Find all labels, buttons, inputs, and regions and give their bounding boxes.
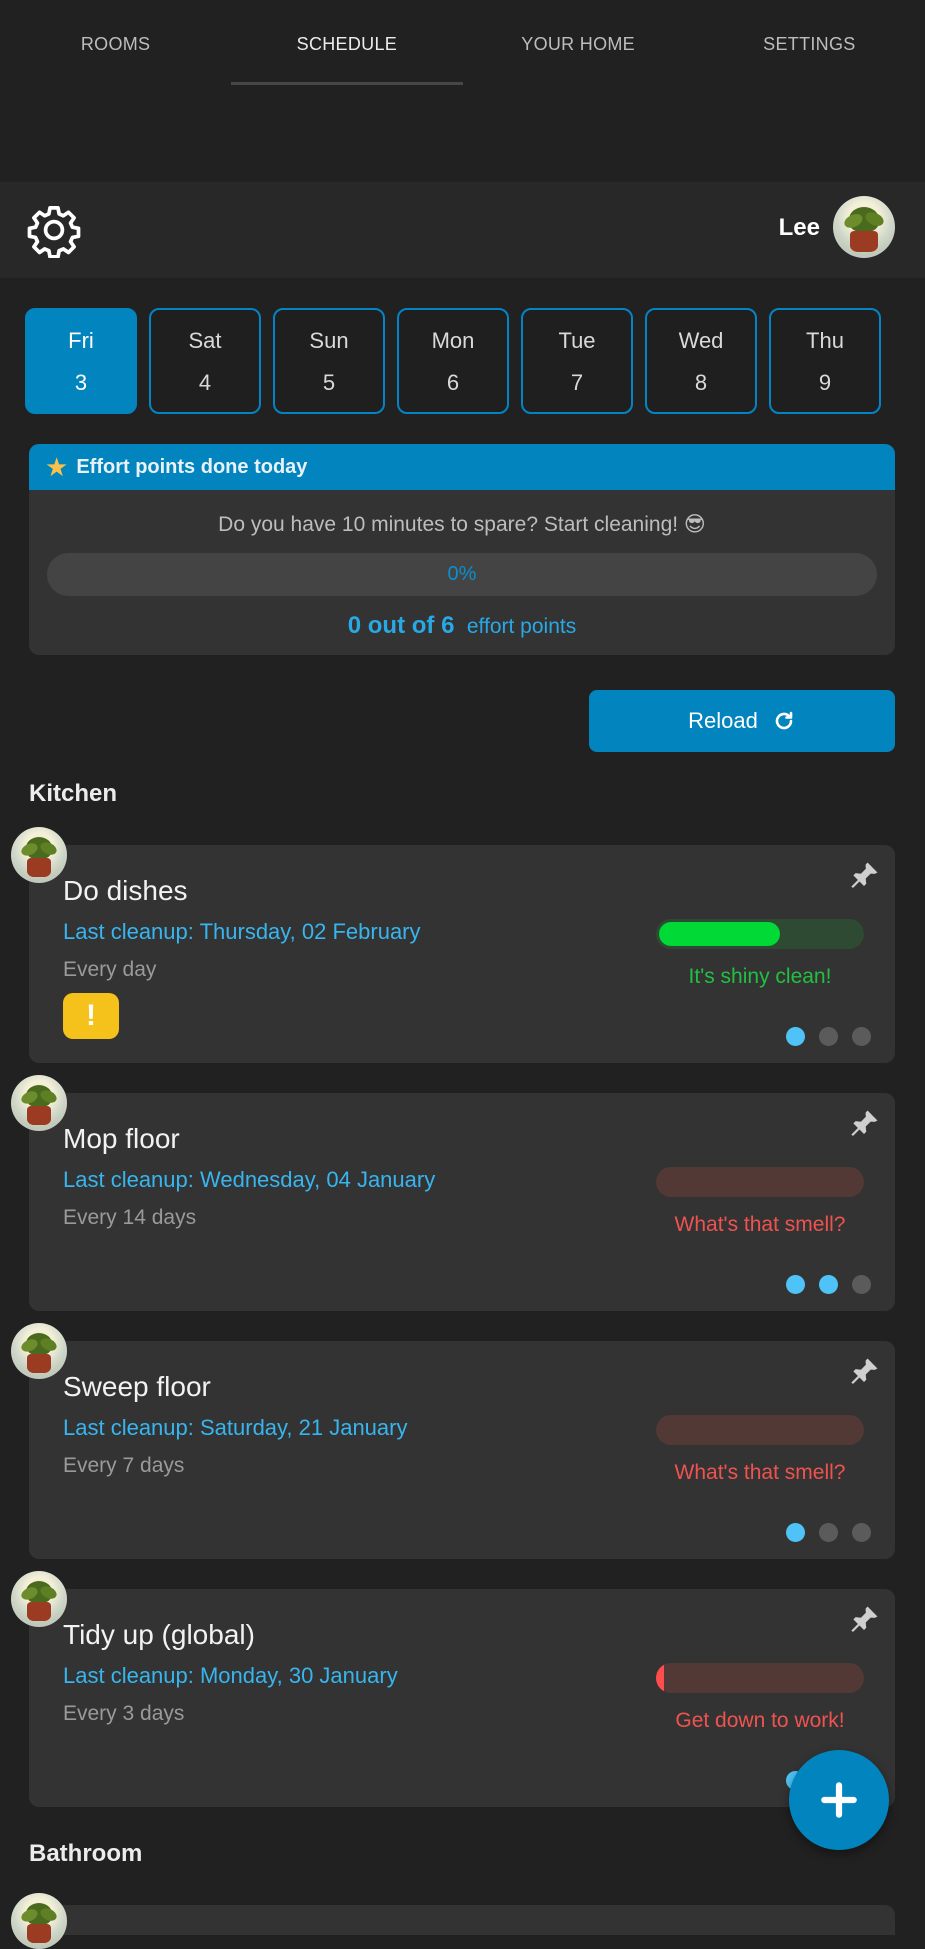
effort-dot xyxy=(819,1275,838,1294)
tab-rooms[interactable]: ROOMS xyxy=(0,0,231,90)
cleanliness-status: Get down to work! xyxy=(675,1709,845,1732)
day-button-mon[interactable]: Mon 6 xyxy=(397,308,509,414)
effort-dots xyxy=(786,1027,871,1046)
username: Lee xyxy=(778,214,820,241)
task-card[interactable] xyxy=(11,1893,895,1949)
cleanliness-bar-fill xyxy=(659,922,780,946)
star-icon: ★ xyxy=(45,452,69,482)
day-button-wed[interactable]: Wed 8 xyxy=(645,308,757,414)
reload-button[interactable]: Reload xyxy=(589,690,895,752)
cleanliness-status: What's that smell? xyxy=(674,1461,846,1484)
effort-progress-bar: 0% xyxy=(47,553,877,596)
assignee-avatar xyxy=(11,827,67,883)
effort-dots xyxy=(786,1523,871,1542)
tab-settings[interactable]: SETTINGS xyxy=(694,0,925,90)
effort-dot xyxy=(852,1523,871,1542)
plus-icon xyxy=(821,1782,857,1818)
cleanliness-bar xyxy=(656,1663,864,1693)
task-last-cleanup: Last cleanup: Wednesday, 04 January xyxy=(63,1167,436,1192)
effort-message: Do you have 10 minutes to spare? Start c… xyxy=(218,513,706,536)
top-tab-bar: ROOMS SCHEDULE YOUR HOME SETTINGS xyxy=(0,0,925,90)
day-button-sat[interactable]: Sat 4 xyxy=(149,308,261,414)
effort-dot xyxy=(852,1275,871,1294)
task-name: Tidy up (global) xyxy=(63,1619,255,1650)
task-name: Mop floor xyxy=(63,1123,180,1154)
day-selector: Fri 3 Sat 4 Sun 5 Mon 6 Tue 7 Wed 8 Thu 9 xyxy=(25,308,900,416)
task-frequency: Every day xyxy=(63,958,157,981)
cleanliness-bar xyxy=(656,1167,864,1197)
avatar[interactable] xyxy=(833,196,895,258)
cleanliness-status: What's that smell? xyxy=(674,1213,846,1236)
pin-icon[interactable] xyxy=(847,1603,881,1637)
effort-dot xyxy=(786,1523,805,1542)
effort-dot xyxy=(786,1275,805,1294)
warning-badge[interactable]: ! xyxy=(63,993,119,1039)
effort-points-unit: effort points xyxy=(466,615,577,638)
cleanliness-bar xyxy=(656,1415,864,1445)
assignee-avatar xyxy=(11,1893,67,1949)
pin-icon[interactable] xyxy=(847,1107,881,1141)
reload-icon xyxy=(775,711,793,730)
tab-your-home[interactable]: YOUR HOME xyxy=(463,0,694,90)
task-card[interactable]: Tidy up (global) Last cleanup: Monday, 3… xyxy=(11,1571,895,1807)
reload-button-label: Reload xyxy=(688,708,758,733)
effort-card-title: Effort points done today xyxy=(76,455,308,478)
task-last-cleanup: Last cleanup: Thursday, 02 February xyxy=(63,919,421,944)
effort-points-count: 0 out of 6 xyxy=(347,612,455,639)
task-name: Sweep floor xyxy=(63,1371,211,1402)
effort-dot xyxy=(852,1027,871,1046)
effort-dot xyxy=(819,1523,838,1542)
task-frequency: Every 7 days xyxy=(63,1454,185,1477)
task-card[interactable]: Do dishes Last cleanup: Thursday, 02 Feb… xyxy=(11,827,895,1063)
task-last-cleanup: Last cleanup: Saturday, 21 January xyxy=(63,1415,408,1440)
task-card[interactable]: Sweep floor Last cleanup: Saturday, 21 J… xyxy=(11,1323,895,1559)
section-title-bathroom: Bathroom xyxy=(29,1840,143,1867)
effort-dot xyxy=(786,1027,805,1046)
task-frequency: Every 3 days xyxy=(63,1702,185,1725)
assignee-avatar xyxy=(11,1075,67,1131)
effort-card-header: ★ Effort points done today xyxy=(29,444,895,490)
task-last-cleanup: Last cleanup: Monday, 30 January xyxy=(63,1663,398,1688)
active-tab-indicator xyxy=(231,82,463,85)
day-button-tue[interactable]: Tue 7 xyxy=(521,308,633,414)
assignee-avatar xyxy=(11,1323,67,1379)
add-task-button[interactable] xyxy=(789,1750,889,1850)
pin-icon[interactable] xyxy=(847,1355,881,1389)
section-title-kitchen: Kitchen xyxy=(29,780,118,807)
day-button-thu[interactable]: Thu 9 xyxy=(769,308,881,414)
cleanliness-bar xyxy=(656,919,864,949)
day-button-sun[interactable]: Sun 5 xyxy=(273,308,385,414)
cleanliness-bar-fill xyxy=(656,1663,664,1693)
assignee-avatar xyxy=(11,1571,67,1627)
effort-dot xyxy=(819,1027,838,1046)
pin-icon[interactable] xyxy=(847,859,881,893)
effort-points-summary: 0 out of 6 effort points xyxy=(29,612,895,640)
effort-progress-label: 0% xyxy=(447,563,477,585)
day-button-fri[interactable]: Fri 3 xyxy=(25,308,137,414)
gear-icon[interactable] xyxy=(26,202,82,258)
task-frequency: Every 14 days xyxy=(63,1206,197,1229)
task-card[interactable]: Mop floor Last cleanup: Wednesday, 04 Ja… xyxy=(11,1075,895,1311)
task-name: Do dishes xyxy=(63,875,188,906)
effort-points-card: ★ Effort points done today Do you have 1… xyxy=(29,444,895,655)
cleanliness-status: It's shiny clean! xyxy=(688,965,832,988)
tab-schedule[interactable]: SCHEDULE xyxy=(231,0,463,90)
effort-dots xyxy=(786,1275,871,1294)
user-header: Lee xyxy=(0,182,925,278)
